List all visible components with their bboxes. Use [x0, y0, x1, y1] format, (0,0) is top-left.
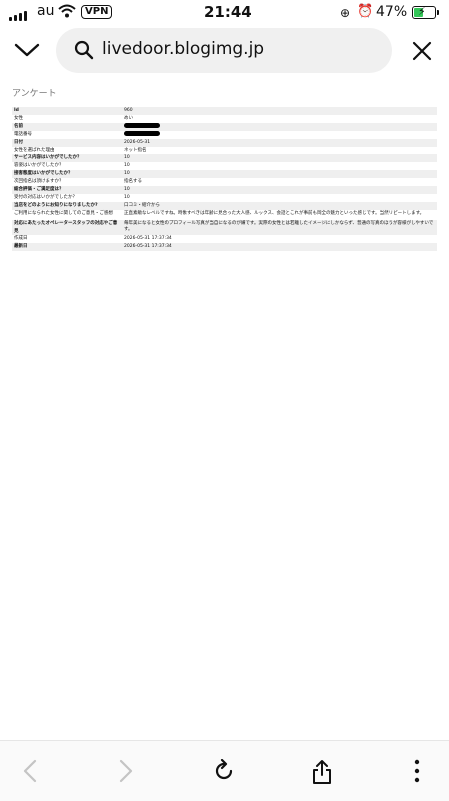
table-row: 名前	[12, 122, 437, 131]
table-row: 次回指名は頂けますか？ 指名する	[12, 178, 437, 186]
row-value: 960	[122, 107, 437, 115]
row-value: 毎年美になると女性のプロフィール写真が当自になるのが嫌です。実際の女性とは若離し…	[122, 219, 437, 236]
row-label: 女性	[14, 115, 23, 121]
table-row: 女性 めい	[12, 115, 437, 123]
row-label: 対応にあたったオペレータースタッフの対応やご意見	[12, 219, 122, 236]
table-row: 受付の対応はいかがでしたか？ 10	[12, 194, 437, 202]
back-icon[interactable]	[22, 759, 38, 783]
row-label: Id	[12, 107, 122, 115]
row-value: 指名する	[124, 179, 142, 185]
survey-table: Id 960 女性 めい 名前 電話番号 日付 2026-05-31 女性を選ばれた理由 ネット指…	[12, 107, 437, 252]
forward-icon[interactable]	[118, 759, 134, 783]
row-label: 名前	[12, 122, 122, 131]
table-row: 容姿はいかがでしたか？ 10	[12, 162, 437, 170]
row-value: 2026-05-31 17:37:34	[122, 243, 437, 252]
browser-address-row: livedoor.blogimg.jp	[0, 28, 449, 74]
row-label: 総合評価・ご満足度は？	[12, 186, 122, 194]
table-row: 対応にあたったオペレータースタッフの対応やご意見 毎年美になると女性のプロフィール…	[12, 219, 437, 236]
row-label: 受付の対応はいかがでしたか？	[14, 194, 77, 200]
table-row: 接客態度はいかがでしたか？ 10	[12, 170, 437, 179]
url-text: livedoor.blogimg.jp	[102, 39, 265, 59]
reload-icon[interactable]	[212, 759, 236, 783]
share-icon[interactable]	[311, 759, 333, 785]
row-label: 作成日	[14, 236, 28, 242]
table-row: ご利用になられた女性に関してのご意見・ご感想 正直素敵なレベルですね。時象すべきは…	[12, 210, 437, 220]
redaction-bar	[124, 122, 160, 128]
redaction-bar	[124, 130, 160, 136]
address-bar[interactable]: livedoor.blogimg.jp	[56, 28, 392, 73]
battery-tip	[437, 10, 439, 15]
row-label: 電話番号	[14, 131, 32, 137]
battery-icon: ⚡	[412, 5, 436, 19]
row-value: 10	[124, 163, 130, 169]
row-value	[122, 130, 437, 139]
row-label: 女性を選ばれた理由	[14, 147, 55, 153]
row-value	[122, 122, 437, 131]
row-value: 2026-05-31 17:37:34	[124, 236, 172, 242]
table-row: 当店をどのようにお知りになりましたか? 口コミ・紹介から	[12, 201, 437, 210]
row-label: 接客態度はいかがでしたか？	[12, 170, 122, 179]
chevron-down-icon[interactable]	[14, 40, 40, 60]
status-bar: au VPN 21:44 ⊕ ⏰ 47% ⚡	[0, 0, 449, 24]
wifi-icon	[58, 4, 76, 18]
row-label: ご利用になられた女性に関してのご意見・ご感想	[14, 210, 113, 216]
clock: 21:44	[204, 3, 252, 21]
table-row: 電話番号	[12, 130, 437, 139]
row-label: 当店をどのようにお知りになりましたか?	[12, 201, 122, 210]
row-value: 口コミ・紹介から	[122, 201, 437, 210]
more-options-icon[interactable]	[414, 759, 420, 783]
table-row: 日付 2026-05-31	[12, 138, 437, 147]
orientation-lock-icon: ⊕	[340, 6, 351, 20]
cellular-signal-icon	[9, 11, 27, 21]
row-label: 最新日	[12, 243, 122, 252]
row-value: 10	[124, 194, 130, 200]
row-value: 10	[122, 170, 437, 179]
search-icon	[74, 40, 94, 60]
carrier-label: au	[37, 3, 55, 19]
row-value: 2026-05-31	[122, 138, 437, 147]
row-value: ネット指名	[124, 147, 147, 153]
vpn-badge: VPN	[81, 5, 113, 19]
page-title: アンケート	[12, 89, 57, 99]
browser-toolbar	[0, 740, 449, 801]
row-value: 正直素敵なレベルですね。時象すべきは年齢に見合った大人感、ルックス、会話とこれが…	[124, 210, 425, 216]
table-row: サービス内容はいかがでしたか？ 10	[12, 154, 437, 163]
close-icon[interactable]	[412, 41, 432, 61]
table-row: Id 960	[12, 107, 437, 115]
row-value: めい	[124, 115, 133, 121]
table-row: 女性を選ばれた理由 ネット指名	[12, 147, 437, 155]
page-content: アンケート Id 960 女性 めい 名前 電話番号 日付 2026-05-31 女性を選ばれた…	[12, 86, 437, 252]
table-row: 総合評価・ご満足度は？ 10	[12, 186, 437, 194]
row-label: サービス内容はいかがでしたか？	[12, 154, 122, 163]
row-label: 次回指名は頂けますか？	[14, 179, 64, 185]
table-row: 最新日 2026-05-31 17:37:34	[12, 243, 437, 252]
row-value: 10	[122, 154, 437, 163]
alarm-icon: ⏰	[357, 4, 374, 19]
row-label: 容姿はいかがでしたか？	[14, 163, 64, 169]
battery-percentage: 47%	[376, 4, 408, 20]
row-value: 10	[122, 186, 437, 194]
table-row: 作成日 2026-05-31 17:37:34	[12, 235, 437, 243]
row-label: 日付	[12, 138, 122, 147]
